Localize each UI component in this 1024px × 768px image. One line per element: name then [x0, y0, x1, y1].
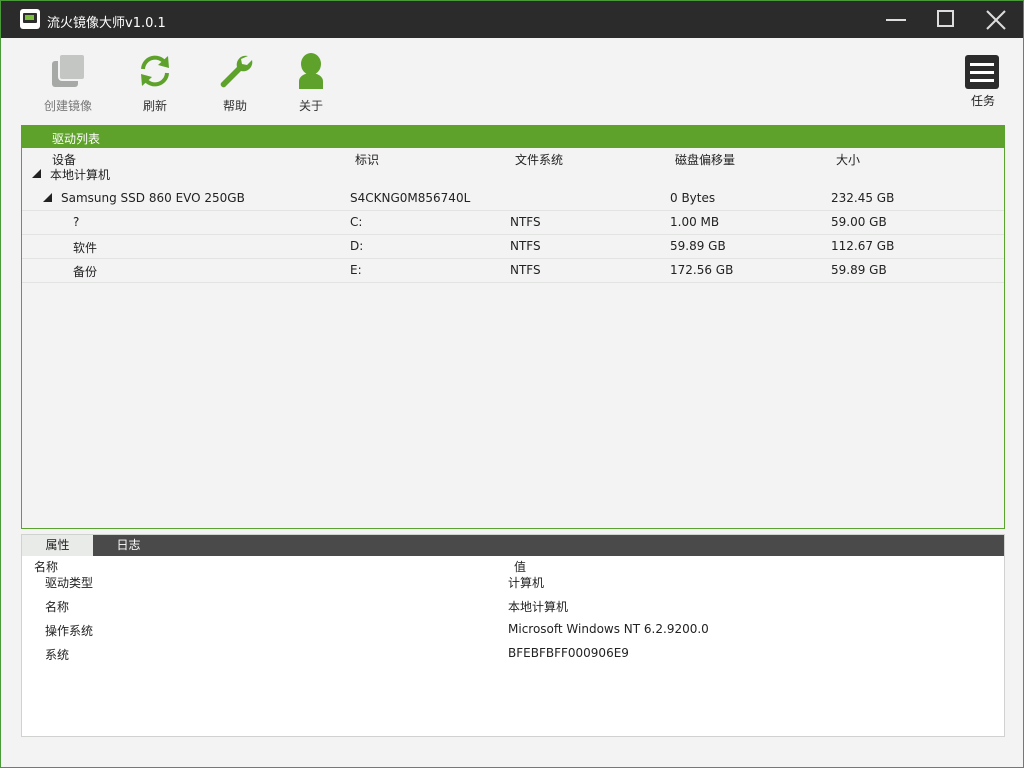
app-logo-icon — [20, 9, 40, 29]
disk-size: 232.45 GB — [831, 191, 895, 205]
maximize-icon — [937, 10, 954, 27]
tree-row-root[interactable]: 本地计算机 — [22, 164, 1004, 187]
tasks-button[interactable]: 任务 — [963, 55, 1003, 111]
window-title: 流火镜像大师v1.0.1 — [47, 16, 166, 31]
property-row[interactable]: 操作系统 Microsoft Windows NT 6.2.9200.0 — [22, 622, 1004, 646]
tree-row-partition[interactable]: 软件 D: NTFS 59.89 GB 112.67 GB — [22, 235, 1004, 259]
partition-name: 备份 — [73, 265, 98, 279]
refresh-button[interactable]: 刷新 — [115, 49, 195, 119]
minimize-button[interactable] — [871, 1, 921, 38]
create-image-label: 创建镜像 — [43, 99, 92, 113]
disk-id: S4CKNG0M856740L — [350, 191, 471, 205]
tab-properties[interactable]: 属性 — [22, 535, 93, 556]
menu-icon — [965, 55, 999, 89]
disk-name: Samsung SSD 860 EVO 250GB — [61, 191, 245, 205]
property-row[interactable]: 系统 BFEBFBFF000906E9 — [22, 646, 1004, 670]
user-icon — [299, 53, 323, 89]
column-header-value[interactable]: 值 — [514, 558, 526, 575]
about-button[interactable]: 关于 — [271, 49, 351, 119]
copy-icon — [52, 53, 86, 87]
property-value: 本地计算机 — [508, 600, 569, 614]
tree-row-partition[interactable]: ? C: NTFS 1.00 MB 59.00 GB — [22, 211, 1004, 235]
tree-row-disk[interactable]: Samsung SSD 860 EVO 250GB S4CKNG0M856740… — [22, 187, 1004, 211]
wrench-icon — [220, 55, 253, 88]
partition-offset: 1.00 MB — [670, 215, 720, 229]
property-value: 计算机 — [508, 576, 545, 590]
close-icon — [986, 10, 1006, 30]
bottom-tab-bar: 属性 日志 — [22, 535, 1004, 556]
column-header-name[interactable]: 名称 — [34, 558, 58, 575]
partition-id: D: — [350, 239, 364, 253]
drive-list-panel: 驱动列表 设备 标识 文件系统 磁盘偏移量 大小 本地计算机 Samsung S… — [21, 125, 1005, 529]
expand-triangle-icon[interactable] — [43, 193, 52, 202]
help-label: 帮助 — [222, 99, 247, 113]
partition-size: 112.67 GB — [831, 239, 895, 253]
minimize-icon — [886, 19, 906, 21]
refresh-label: 刷新 — [142, 99, 167, 113]
app-window: 流火镜像大师v1.0.1 创建镜像 刷新 帮助 关于 任务 驱动列表 设备 标识… — [0, 0, 1024, 768]
property-key: 名称 — [45, 600, 70, 614]
help-button[interactable]: 帮助 — [195, 49, 275, 119]
partition-offset: 172.56 GB — [670, 263, 734, 277]
about-label: 关于 — [298, 99, 323, 113]
partition-size: 59.00 GB — [831, 215, 887, 229]
partition-name: 软件 — [73, 241, 98, 255]
tasks-label: 任务 — [970, 94, 995, 108]
expand-triangle-icon[interactable] — [32, 169, 41, 178]
property-value: Microsoft Windows NT 6.2.9200.0 — [508, 622, 709, 636]
tree-row-partition[interactable]: 备份 E: NTFS 172.56 GB 59.89 GB — [22, 259, 1004, 283]
close-button[interactable] — [971, 1, 1021, 38]
partition-offset: 59.89 GB — [670, 239, 726, 253]
property-row[interactable]: 驱动类型 计算机 — [22, 574, 1004, 598]
partition-fs: NTFS — [510, 263, 541, 277]
partition-fs: NTFS — [510, 239, 541, 253]
partition-name: ? — [73, 215, 80, 229]
title-bar[interactable]: 流火镜像大师v1.0.1 — [1, 1, 1023, 38]
property-key: 驱动类型 — [45, 576, 94, 590]
partition-fs: NTFS — [510, 215, 541, 229]
maximize-button[interactable] — [921, 1, 971, 38]
drive-list-header: 驱动列表 — [22, 126, 1004, 148]
property-row[interactable]: 名称 本地计算机 — [22, 598, 1004, 622]
tab-log[interactable]: 日志 — [93, 535, 164, 556]
partition-id: C: — [350, 215, 363, 229]
property-value: BFEBFBFF000906E9 — [508, 646, 629, 660]
create-image-button[interactable]: 创建镜像 — [28, 49, 108, 119]
properties-panel: 属性 日志 名称 值 驱动类型 计算机 名称 本地计算机 操作系统 Micros… — [21, 534, 1005, 737]
disk-offset: 0 Bytes — [670, 191, 716, 205]
property-key: 系统 — [45, 648, 70, 662]
partition-id: E: — [350, 263, 362, 277]
partition-size: 59.89 GB — [831, 263, 887, 277]
root-label: 本地计算机 — [50, 168, 111, 182]
property-key: 操作系统 — [45, 624, 94, 638]
drive-list-title: 驱动列表 — [52, 132, 101, 146]
refresh-icon — [141, 55, 169, 87]
